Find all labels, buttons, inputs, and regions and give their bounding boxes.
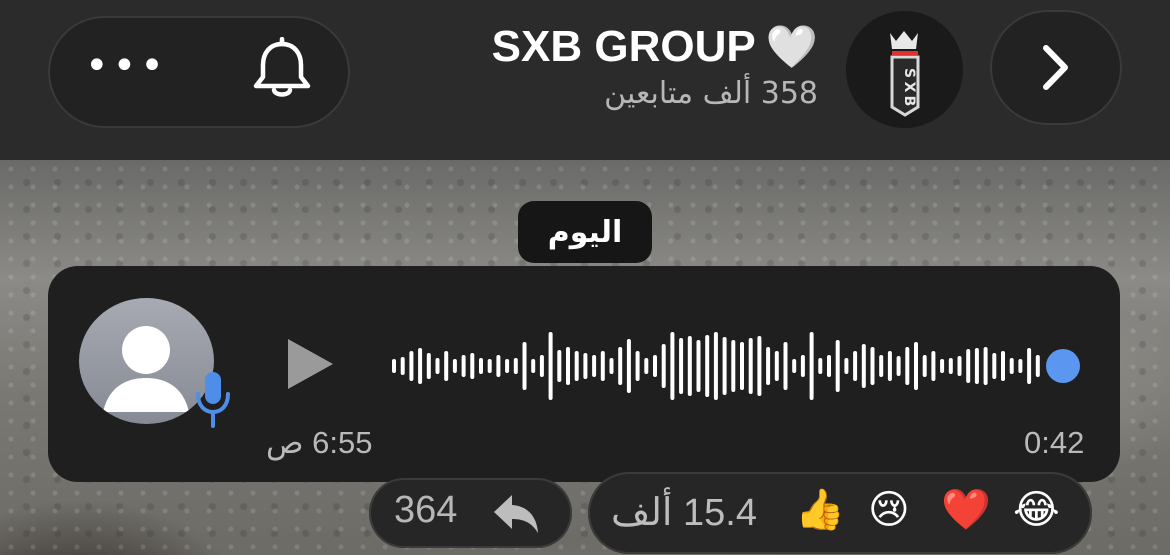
voice-duration: 0:42 (1024, 425, 1085, 460)
heart-icon: 🤍 (765, 23, 818, 70)
voice-waveform[interactable] (390, 318, 1090, 414)
sent-time: 6:55 ص (266, 425, 373, 460)
microphone-icon (196, 372, 230, 428)
date-separator: اليوم (518, 201, 652, 263)
reactions-total: 15.4 ألف (611, 492, 757, 534)
next-button[interactable] (990, 10, 1122, 125)
replies-count: 364 (394, 489, 458, 531)
svg-text:S: S (901, 68, 917, 78)
channel-name: SXB GROUP (491, 22, 756, 71)
crying-face-reaction[interactable]: 😢 (868, 485, 910, 535)
followers-count: 358 ألف متابعين (604, 76, 818, 111)
thumbs-up-reaction[interactable]: 👍 (795, 485, 845, 535)
svg-text:B: B (901, 96, 917, 107)
laughing-face-reaction[interactable]: 😂 (1013, 485, 1060, 535)
playhead-handle (1046, 349, 1080, 383)
play-icon[interactable] (286, 336, 336, 392)
channel-title-block[interactable]: SXB GROUP 🤍 358 ألف متابعين (492, 22, 818, 114)
channel-avatar[interactable]: S X B (846, 11, 963, 128)
svg-text:X: X (901, 82, 917, 93)
channel-title: SXB GROUP 🤍 (492, 22, 818, 72)
sxb-logo-icon: S X B (846, 11, 963, 128)
bell-icon[interactable] (248, 37, 316, 101)
reply-arrow-icon (494, 495, 538, 533)
chevron-right-icon (1043, 45, 1068, 90)
more-dots-icon[interactable]: ••• (85, 46, 168, 86)
heart-reaction[interactable]: ❤️ (941, 485, 991, 535)
